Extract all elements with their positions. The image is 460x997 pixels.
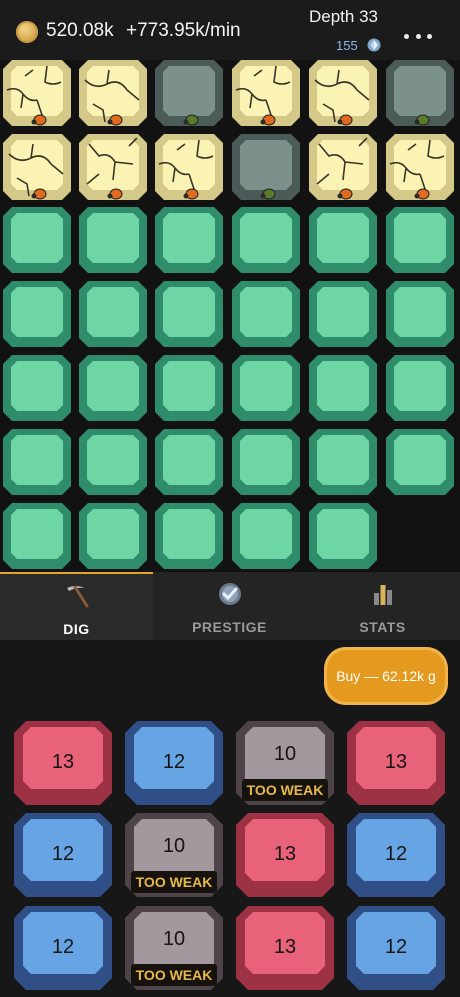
prestige-badge-icon	[219, 583, 241, 605]
pickaxe-level: 13	[273, 936, 297, 958]
mine-block-emerald[interactable]	[79, 429, 147, 495]
mine-block-emerald[interactable]	[309, 429, 377, 495]
orange-beetle-icon	[337, 188, 353, 200]
header-bar: 520.08k +773.95k/min Depth 33 155	[0, 0, 460, 60]
green-beetle-icon	[260, 188, 276, 200]
bar-chart-icon	[374, 585, 392, 605]
gold-coin-icon	[16, 21, 38, 43]
pickaxe-level: 12	[384, 843, 408, 865]
pickaxe-level: 13	[51, 751, 75, 773]
depth-label: Depth 33	[309, 7, 378, 26]
mine-block-emerald[interactable]	[232, 281, 300, 347]
mine-block-emerald[interactable]	[79, 207, 147, 273]
orange-beetle-icon	[260, 114, 276, 126]
pickaxe-level: 12	[384, 936, 408, 958]
mine-block-emerald[interactable]	[232, 429, 300, 495]
orange-beetle-icon	[31, 114, 47, 126]
mine-block-emerald[interactable]	[3, 503, 71, 569]
gold-amount: 520.08k	[46, 20, 114, 41]
tab-dig-label: DIG	[63, 621, 90, 637]
mine-block-emerald[interactable]	[3, 355, 71, 421]
pickaxe-slot[interactable]: 12	[347, 906, 445, 990]
orange-beetle-icon	[31, 188, 47, 200]
pickaxe-slot[interactable]: 13	[347, 721, 445, 805]
gem-icon	[367, 38, 381, 52]
mine-block-emerald[interactable]	[155, 503, 223, 569]
tab-dig[interactable]: DIG	[0, 572, 153, 640]
orange-beetle-icon	[107, 188, 123, 200]
pickaxe-slot[interactable]: 10 TOO WEAK	[125, 906, 223, 990]
mine-block-emerald[interactable]	[309, 355, 377, 421]
orange-beetle-icon	[107, 114, 123, 126]
tab-prestige[interactable]: PRESTIGE	[153, 572, 306, 640]
mine-block-emerald[interactable]	[232, 503, 300, 569]
pickaxe-level: 13	[384, 751, 408, 773]
app-root: 520.08k +773.95k/min Depth 33 155 DIG PR…	[0, 0, 460, 997]
pickaxe-level: 10	[162, 835, 186, 857]
mine-block-emerald[interactable]	[386, 207, 454, 273]
tab-bar: DIG PRESTIGE STATS	[0, 572, 460, 640]
pickaxe-slot[interactable]: 10 TOO WEAK	[236, 721, 334, 805]
mine-block-emerald[interactable]	[309, 503, 377, 569]
tab-stats[interactable]: STATS	[306, 572, 459, 640]
mine-block-emerald[interactable]	[3, 281, 71, 347]
gold-rate: +773.95k/min	[126, 20, 241, 41]
mine-grid	[0, 60, 460, 572]
mine-block-emerald[interactable]	[309, 281, 377, 347]
mine-block-emerald[interactable]	[79, 503, 147, 569]
mine-block-emerald[interactable]	[155, 429, 223, 495]
mine-block-emerald[interactable]	[232, 207, 300, 273]
pickaxe-slot[interactable]: 12	[14, 906, 112, 990]
pickaxe-level: 10	[162, 928, 186, 950]
pickaxe-slot[interactable]: 13	[236, 813, 334, 897]
pickaxe-slot[interactable]: 10 TOO WEAK	[125, 813, 223, 897]
mine-block-emerald[interactable]	[386, 429, 454, 495]
orange-beetle-icon	[414, 188, 430, 200]
gem-count: 155	[336, 38, 358, 53]
mine-block-emerald[interactable]	[232, 355, 300, 421]
tab-stats-label: STATS	[359, 619, 406, 635]
tab-prestige-label: PRESTIGE	[192, 619, 267, 635]
pickaxe-level: 10	[273, 743, 297, 765]
menu-dot-icon	[404, 33, 409, 39]
pickaxe-level: 13	[273, 843, 297, 865]
too-weak-badge: TOO WEAK	[131, 964, 217, 986]
too-weak-badge: TOO WEAK	[131, 871, 217, 893]
pickaxe-slot[interactable]: 12	[347, 813, 445, 897]
mine-block-emerald[interactable]	[79, 355, 147, 421]
dig-panel: Buy — 62.12k g 13 12 10 TOO WEAK 13 12 10 TOO W…	[0, 640, 460, 997]
menu-dot-icon	[427, 33, 432, 39]
pickaxe-slot[interactable]: 12	[125, 721, 223, 805]
mine-block-emerald[interactable]	[3, 207, 71, 273]
green-beetle-icon	[414, 114, 430, 126]
green-beetle-icon	[183, 114, 199, 126]
pickaxe-slot[interactable]: 13	[236, 906, 334, 990]
mine-block-emerald[interactable]	[386, 281, 454, 347]
mine-block-emerald[interactable]	[3, 429, 71, 495]
mine-block-emerald[interactable]	[79, 281, 147, 347]
mine-block-emerald[interactable]	[386, 355, 454, 421]
orange-beetle-icon	[337, 114, 353, 126]
mine-block-emerald[interactable]	[309, 207, 377, 273]
menu-dot-icon	[415, 33, 421, 39]
more-menu-button[interactable]	[404, 26, 432, 46]
pickaxe-level: 12	[51, 843, 75, 865]
buy-pickaxe-button[interactable]: Buy — 62.12k g	[324, 647, 448, 705]
orange-beetle-icon	[183, 188, 199, 200]
too-weak-badge: TOO WEAK	[242, 779, 328, 801]
mine-block-emerald[interactable]	[155, 207, 223, 273]
pickaxe-icon	[67, 585, 89, 608]
pickaxe-level: 12	[162, 751, 186, 773]
pickaxe-slot[interactable]: 12	[14, 813, 112, 897]
mine-block-emerald[interactable]	[155, 281, 223, 347]
mine-block-emerald[interactable]	[155, 355, 223, 421]
pickaxe-level: 12	[51, 936, 75, 958]
pickaxe-slot[interactable]: 13	[14, 721, 112, 805]
